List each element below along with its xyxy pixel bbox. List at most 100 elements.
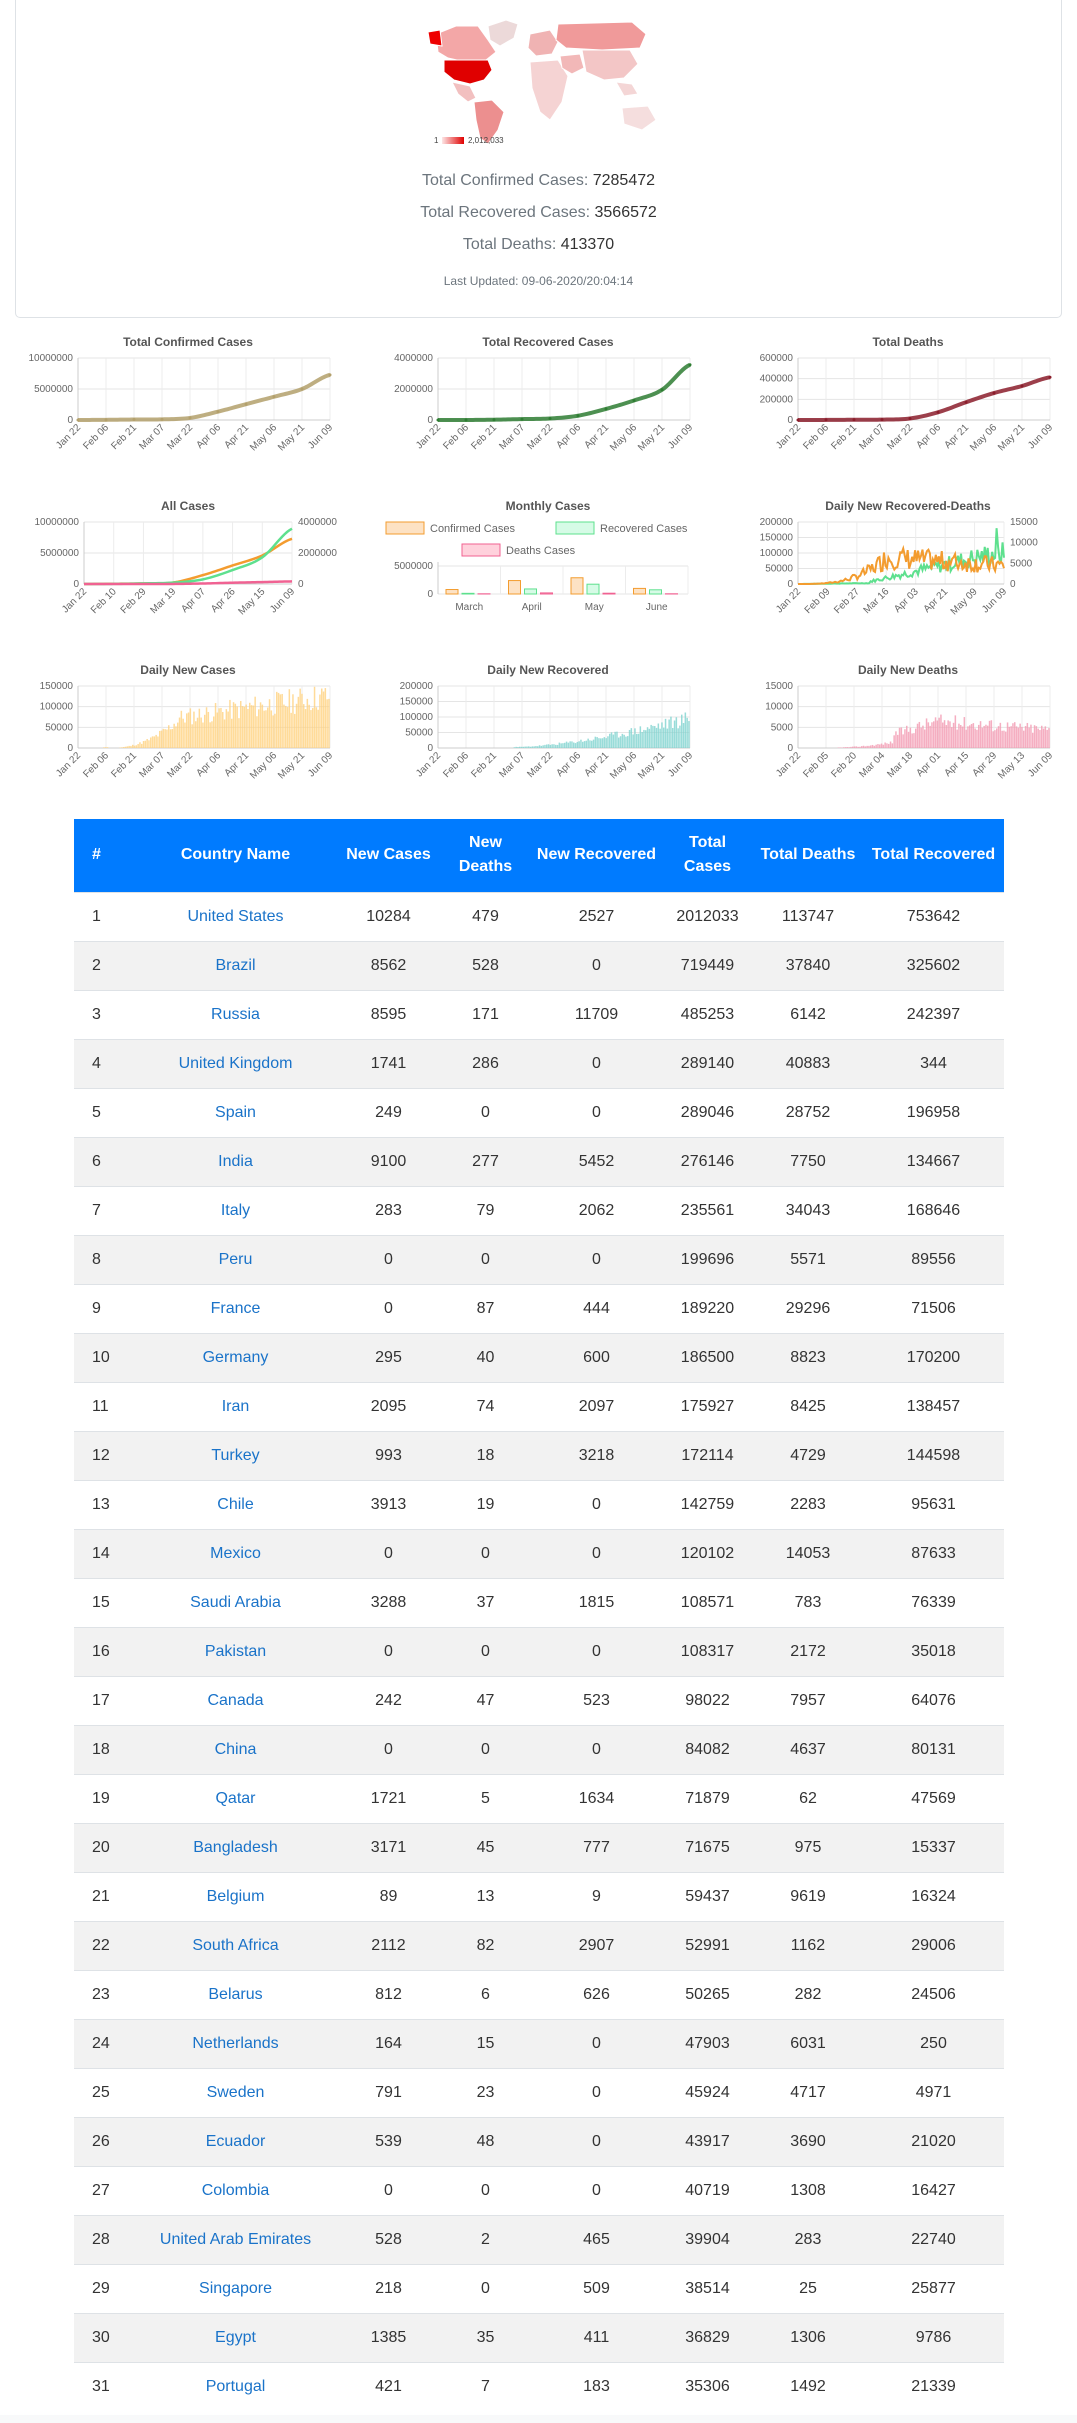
chart-daily-new-recovered[interactable]: Daily New Recovered 200000 150000 100000 500…: [378, 658, 698, 808]
bar: [141, 743, 143, 748]
bar: [546, 744, 548, 748]
world-map-svg: 1 2,012,033: [426, 12, 666, 152]
chart-daily-new-cases[interactable]: Daily New Cases150000100000500000Jan 22F…: [18, 658, 338, 808]
country-link[interactable]: France: [211, 1300, 261, 1317]
bar: [591, 740, 593, 748]
chart-total-recovered[interactable]: Total Recovered Cases400000020000000Jan …: [378, 330, 698, 480]
data-point: [104, 418, 108, 422]
data-point: [688, 363, 692, 367]
country-link[interactable]: Portugal: [206, 2378, 266, 2395]
chart-total-deaths[interactable]: Total Deaths6000004000002000000Jan 22Feb…: [738, 330, 1058, 480]
bar: [672, 727, 674, 748]
bar: [256, 716, 258, 748]
country-link[interactable]: Belgium: [207, 1888, 265, 1905]
col-header-total-cases[interactable]: Total Cases: [662, 819, 753, 892]
x-tick-label: Jun 09: [268, 586, 297, 615]
y-tick-label: 200000: [760, 517, 794, 528]
country-link[interactable]: Colombia: [202, 2182, 270, 2199]
data-point: [936, 410, 940, 414]
bar: [303, 704, 305, 748]
country-link[interactable]: United States: [187, 908, 283, 925]
bar: [133, 745, 136, 748]
country-link[interactable]: Egypt: [215, 2329, 256, 2346]
country-link[interactable]: China: [215, 1741, 257, 1758]
country-link[interactable]: Canada: [207, 1692, 263, 1709]
chart-daily-new-deaths[interactable]: Daily New Deaths150001000050000Jan 22Feb…: [738, 658, 1058, 808]
col-header-total-recovered[interactable]: Total Recovered: [863, 819, 1004, 892]
country-link[interactable]: Chile: [217, 1496, 253, 1513]
bar: [200, 717, 202, 748]
country-link[interactable]: United Kingdom: [179, 1055, 293, 1072]
bar: [522, 746, 525, 748]
country-link[interactable]: Mexico: [210, 1545, 261, 1562]
cell-total-recovered: 4971: [863, 2067, 1004, 2117]
country-link[interactable]: Brazil: [215, 957, 255, 974]
cell-total-cases: 71675: [662, 1822, 753, 1872]
cell-new-deaths: 87: [440, 1283, 531, 1333]
bar: [288, 689, 291, 748]
country-link[interactable]: Spain: [215, 1104, 256, 1121]
bar: [571, 741, 573, 748]
country-link[interactable]: South Africa: [192, 1937, 278, 1954]
col-header-total-deaths[interactable]: Total Deaths: [753, 819, 863, 892]
country-link[interactable]: Qatar: [215, 1790, 255, 1807]
legend-label: Confirmed Cases: [430, 523, 515, 535]
cell-country: Mexico: [134, 1528, 337, 1578]
col-header-new-recovered[interactable]: New Recovered: [531, 819, 662, 892]
country-link[interactable]: Turkey: [211, 1447, 259, 1464]
x-tick-label: Feb 21: [109, 422, 139, 452]
col-header-new-deaths[interactable]: New Deaths: [440, 819, 531, 892]
data-point: [328, 373, 332, 377]
country-link[interactable]: India: [218, 1153, 253, 1170]
world-map[interactable]: 1 2,012,033: [426, 12, 666, 152]
bar: [515, 746, 517, 748]
country-link[interactable]: Italy: [221, 1202, 250, 1219]
country-link[interactable]: Germany: [203, 1349, 269, 1366]
country-link[interactable]: Sweden: [207, 2084, 265, 2101]
bar: [123, 747, 125, 748]
country-link[interactable]: Iran: [222, 1398, 250, 1415]
bar: [963, 717, 966, 748]
country-link[interactable]: Bangladesh: [193, 1839, 278, 1856]
bar: [103, 747, 105, 748]
bar: [924, 729, 926, 748]
bar: [587, 738, 589, 748]
bar: [853, 746, 856, 748]
country-link[interactable]: Russia: [211, 1006, 260, 1023]
chart-daily-recovered-deaths[interactable]: Daily New Recovered-Deaths20000015000010…: [738, 494, 1058, 644]
table-row: 24 Netherlands 164 15 0 47903 6031 250: [74, 2018, 1004, 2068]
country-link[interactable]: Ecuador: [206, 2133, 266, 2150]
bar: [961, 726, 964, 748]
country-link[interactable]: Belarus: [208, 1986, 262, 2003]
col-header-rank[interactable]: #: [74, 819, 134, 892]
cell-total-recovered: 87633: [863, 1528, 1004, 1578]
country-link[interactable]: Netherlands: [192, 2035, 278, 2052]
bar: [981, 727, 984, 748]
cell-new-deaths: 18: [440, 1430, 531, 1480]
country-link[interactable]: Saudi Arabia: [190, 1594, 281, 1611]
cell-rank: 2: [74, 940, 134, 990]
country-link[interactable]: Pakistan: [205, 1643, 266, 1660]
table-row: 10 Germany 295 40 600 186500 8823 170200: [74, 1332, 1004, 1382]
cell-new-recovered: 2062: [531, 1185, 662, 1235]
country-link[interactable]: Peru: [219, 1251, 253, 1268]
bar: [897, 734, 899, 748]
bar: [519, 746, 521, 748]
cell-total-recovered: 16427: [863, 2165, 1004, 2215]
bar: [979, 721, 982, 748]
chart-all-cases[interactable]: All Cases1000000050000000400000020000000…: [18, 494, 338, 644]
chart-title: Total Recovered Cases: [482, 335, 613, 349]
chart-monthly-cases[interactable]: Monthly Cases Confirmed Cases Recovered Ca…: [378, 494, 698, 644]
chart-total-confirmed[interactable]: Total Confirmed Cases1000000050000000Jan…: [18, 330, 338, 480]
country-link[interactable]: United Arab Emirates: [160, 2231, 311, 2248]
cell-new-recovered: 1634: [531, 1773, 662, 1823]
col-header-new-cases[interactable]: New Cases: [337, 819, 440, 892]
y-tick-label: 150000: [40, 681, 74, 692]
cell-new-deaths: 0: [440, 2263, 531, 2313]
bar: [211, 721, 213, 748]
y-tick-label: 10000000: [35, 517, 80, 528]
bar: [618, 737, 620, 748]
country-link[interactable]: Singapore: [199, 2280, 272, 2297]
cell-new-cases: 164: [337, 2018, 440, 2068]
col-header-country[interactable]: Country Name: [134, 819, 337, 892]
